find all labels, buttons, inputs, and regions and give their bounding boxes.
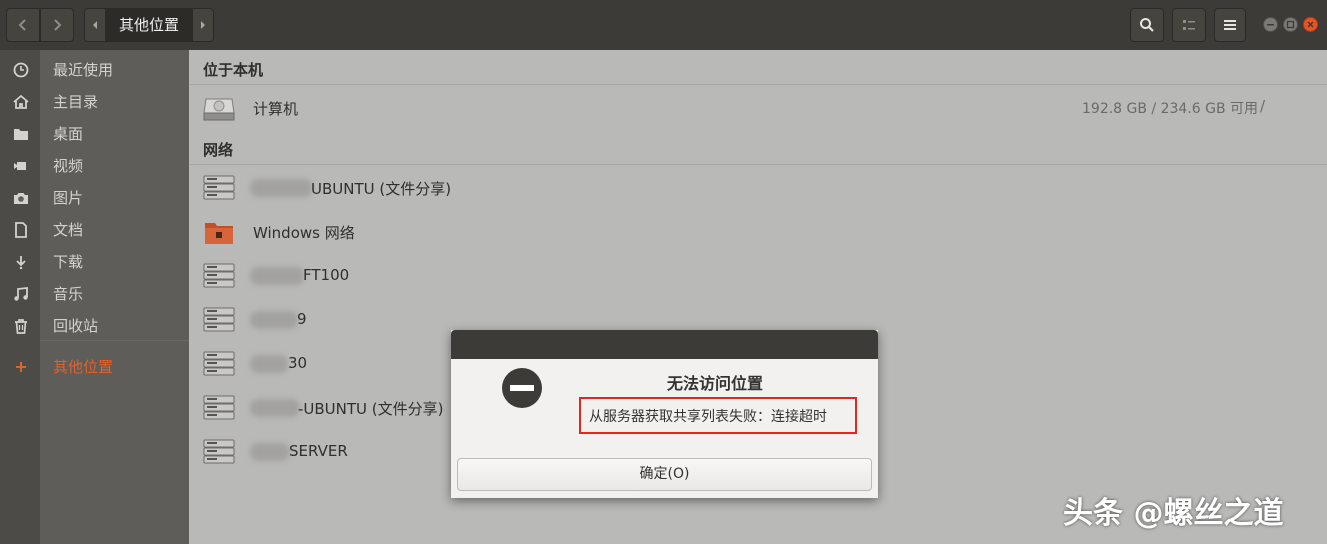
network-item-label: FT100 <box>303 266 350 284</box>
chevron-right-icon <box>54 19 62 31</box>
hard-drive-icon <box>203 98 235 121</box>
path-scroll-right-button[interactable] <box>192 8 214 42</box>
section-title-network: 网络 <box>203 141 234 159</box>
network-item-label: 30 <box>288 354 308 372</box>
sidebar-item-label: 最近使用 <box>53 61 114 79</box>
camera-icon <box>14 193 28 204</box>
section-title-local: 位于本机 <box>203 61 264 79</box>
computer-label: 计算机 <box>253 100 299 118</box>
ok-button[interactable]: 确定(O) <box>457 458 872 491</box>
sidebar-item-videos[interactable]: 视频 <box>0 149 189 181</box>
sidebar-item-label: 视频 <box>53 157 84 175</box>
network-row[interactable]: UBUNTU (文件分享) <box>190 167 1327 211</box>
sidebar-item-label: 音乐 <box>53 285 84 303</box>
sidebar-item-label: 下载 <box>53 253 84 271</box>
network-item-label: SERVER <box>289 442 348 460</box>
redacted-blur <box>250 399 300 417</box>
header-bar: 其他位置 <box>0 0 1327 50</box>
sidebar-item-music[interactable]: 音乐 <box>0 277 189 309</box>
network-item-label: UBUNTU (文件分享) <box>311 180 452 198</box>
network-item-label: -UBUNTU (文件分享) <box>298 400 444 418</box>
sidebar-item-label: 图片 <box>53 189 84 207</box>
sidebar-item-home[interactable]: 主目录 <box>0 85 189 117</box>
network-server-icon <box>203 351 235 376</box>
sidebar-item-label: 桌面 <box>53 125 84 143</box>
redacted-blur <box>250 443 290 461</box>
sidebar-item-label: 回收站 <box>53 317 99 335</box>
minimize-icon <box>1267 24 1274 26</box>
dialog-heading: 无法访问位置 <box>666 374 763 393</box>
desktop-folder-icon <box>14 129 28 140</box>
path-current-location[interactable]: 其他位置 <box>106 8 192 42</box>
music-note-icon <box>14 286 28 301</box>
error-dialog: 无法访问位置 从服务器获取共享列表失败：连接超时 确定(O) <box>451 330 878 498</box>
error-minus-icon <box>502 368 542 408</box>
sidebar-item-pictures[interactable]: 图片 <box>0 181 189 213</box>
network-server-icon <box>203 307 235 332</box>
chevron-left-icon <box>18 19 26 31</box>
search-icon <box>1140 18 1154 32</box>
maximize-icon <box>1286 20 1295 29</box>
video-camera-icon <box>14 162 26 170</box>
forward-button[interactable] <box>40 8 74 42</box>
dialog-message: 从服务器获取共享列表失败：连接超时 <box>589 409 827 425</box>
network-server-icon <box>203 395 235 420</box>
redacted-blur <box>250 267 304 285</box>
trash-icon <box>15 319 27 334</box>
network-row[interactable]: Windows 网络 <box>190 211 1327 255</box>
recent-clock-icon <box>13 62 29 78</box>
triangle-left-icon <box>93 21 97 29</box>
mount-path: / <box>1260 97 1266 115</box>
network-server-icon <box>203 263 235 288</box>
close-icon <box>1307 21 1314 28</box>
disk-usage-text: 192.8 GB / 234.6 GB 可用 <box>1082 101 1259 117</box>
hamburger-menu-icon <box>1224 20 1236 30</box>
section-divider <box>190 84 1327 85</box>
sidebar-item-documents[interactable]: 文档 <box>0 213 189 245</box>
redacted-blur <box>250 311 298 329</box>
maximize-button[interactable] <box>1283 17 1298 32</box>
dialog-titlebar[interactable] <box>451 330 878 359</box>
list-view-icon <box>1183 20 1195 30</box>
path-scroll-left-button[interactable] <box>84 8 106 42</box>
redacted-blur <box>250 355 288 373</box>
triangle-right-icon <box>201 21 205 29</box>
close-button[interactable] <box>1303 17 1318 32</box>
redacted-blur <box>250 179 312 197</box>
download-icon <box>16 256 26 270</box>
highlight-box: 从服务器获取共享列表失败：连接超时 <box>579 397 857 434</box>
document-icon <box>15 222 27 238</box>
network-server-icon <box>203 175 235 200</box>
back-button[interactable] <box>6 8 40 42</box>
sidebar-item-recent[interactable]: 最近使用 <box>0 53 189 85</box>
search-button[interactable] <box>1130 8 1164 42</box>
sidebar-item-label: 主目录 <box>53 93 99 111</box>
sidebar-item-other-locations[interactable]: 其他位置 <box>0 350 189 382</box>
sidebar-item-label: 其他位置 <box>53 358 114 376</box>
view-toggle-button[interactable] <box>1172 8 1206 42</box>
menu-button[interactable] <box>1214 8 1246 42</box>
sidebar: 最近使用 主目录 桌面 视频 图片 文档 下载 音乐 回收站 其他位置 <box>0 50 189 544</box>
network-item-label: 9 <box>297 310 307 328</box>
sidebar-item-label: 文档 <box>53 221 84 239</box>
sidebar-item-trash[interactable]: 回收站 <box>0 309 189 341</box>
network-server-icon <box>203 439 235 464</box>
sidebar-divider <box>40 340 189 341</box>
plus-icon <box>16 362 26 372</box>
watermark: 头条 @螺丝之道 <box>1063 496 1284 531</box>
sidebar-item-downloads[interactable]: 下载 <box>0 245 189 277</box>
network-item-label: Windows 网络 <box>253 224 355 242</box>
location-row-computer[interactable]: 计算机 192.8 GB / 234.6 GB 可用 / <box>190 87 1327 131</box>
home-icon <box>13 94 29 109</box>
minimize-button[interactable] <box>1263 17 1278 32</box>
network-row[interactable]: FT100 <box>190 255 1327 299</box>
sidebar-item-desktop[interactable]: 桌面 <box>0 117 189 149</box>
section-divider <box>190 164 1327 165</box>
windows-network-folder-icon <box>205 223 233 244</box>
